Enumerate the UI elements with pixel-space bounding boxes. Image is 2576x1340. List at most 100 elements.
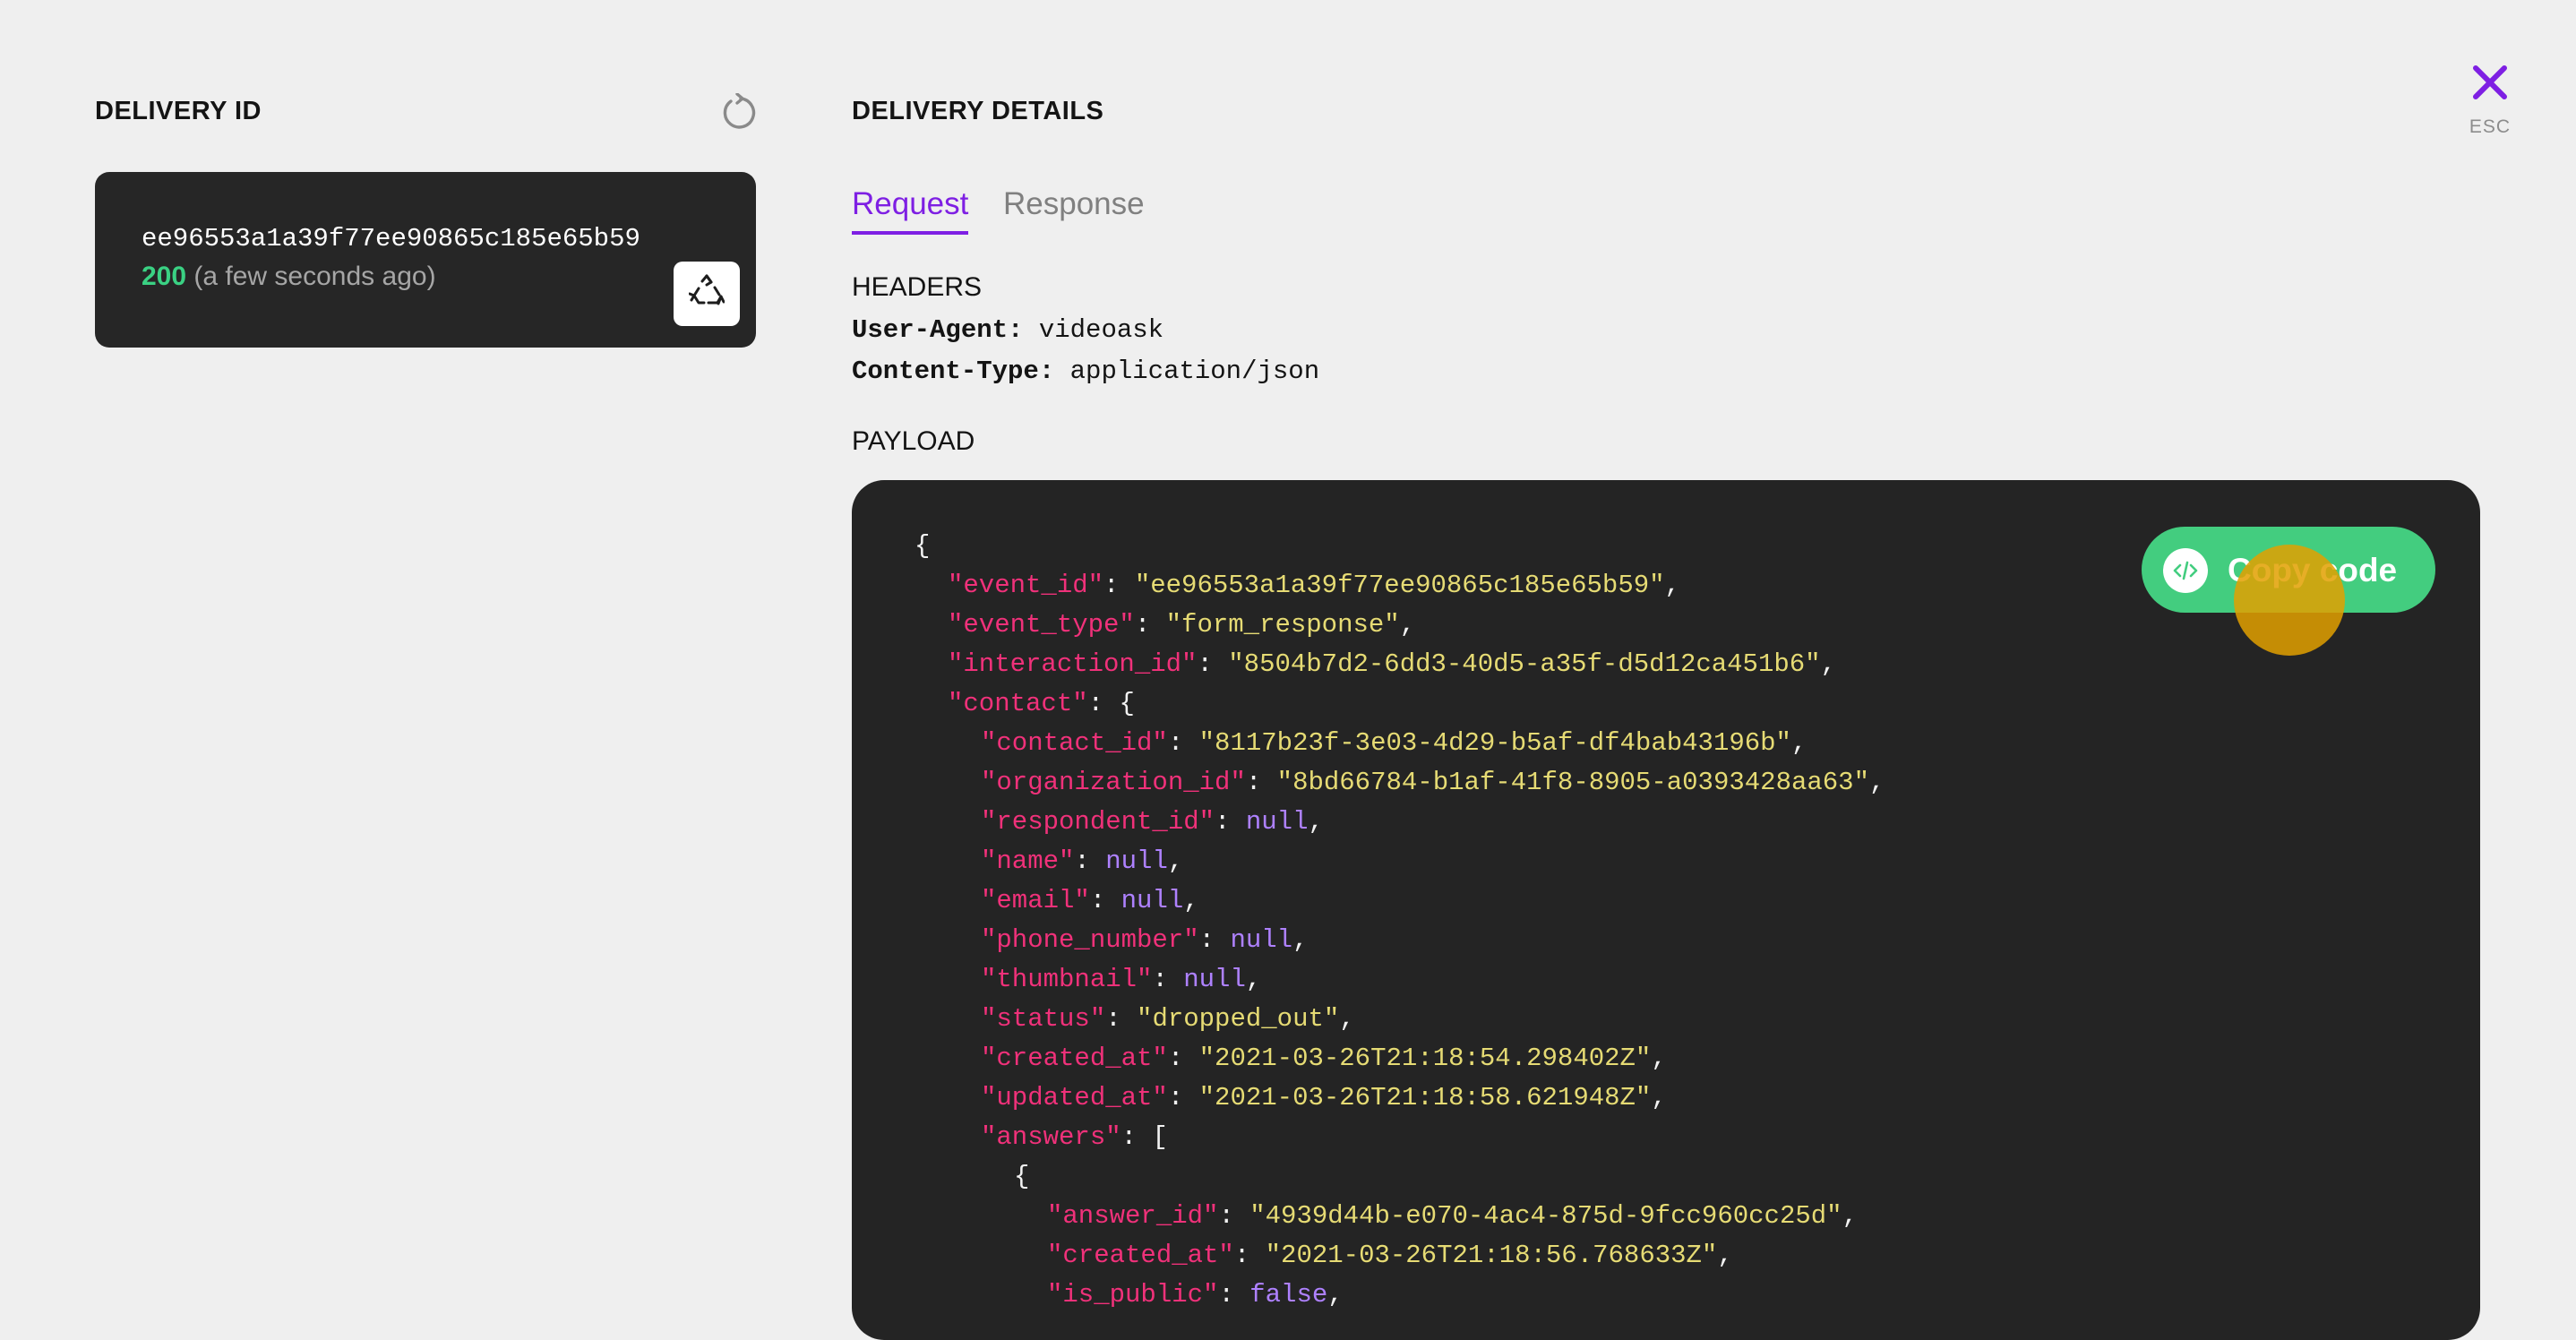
json-punctuation: : xyxy=(1198,925,1231,955)
cursor-indicator xyxy=(2234,545,2345,656)
json-key: "event_type" xyxy=(948,610,1135,640)
code-line: "contact": { xyxy=(948,686,1135,722)
json-punctuation: , xyxy=(1308,807,1324,837)
json-key: "is_public" xyxy=(1047,1280,1219,1310)
json-key: "interaction_id" xyxy=(948,649,1198,679)
json-punctuation: , xyxy=(1842,1201,1858,1231)
header-key: User-Agent: xyxy=(852,315,1024,345)
code-line: "created_at": "2021-03-26T21:18:54.29840… xyxy=(981,1041,1667,1077)
code-line: "interaction_id": "8504b7d2-6dd3-40d5-a3… xyxy=(948,647,1836,683)
json-punctuation: : xyxy=(1218,1201,1250,1231)
json-punctuation: , xyxy=(1327,1280,1344,1310)
header-value: videoask xyxy=(1038,315,1164,345)
json-punctuation: : xyxy=(1103,571,1135,600)
json-punctuation: : xyxy=(1105,1004,1138,1034)
json-punctuation: : xyxy=(1197,649,1229,679)
json-punctuation: : xyxy=(1167,728,1199,758)
json-string: "8117b23f-3e03-4d29-b5af-df4bab43196b" xyxy=(1198,728,1791,758)
status-code: 200 xyxy=(142,262,187,291)
json-punctuation: : { xyxy=(1087,689,1135,718)
json-punctuation: , xyxy=(1790,728,1807,758)
json-key: "event_id" xyxy=(948,571,1104,600)
json-key: "contact" xyxy=(948,689,1088,718)
json-punctuation: : xyxy=(1245,768,1277,797)
json-key: "status" xyxy=(981,1004,1106,1034)
json-literal: null xyxy=(1230,925,1293,955)
header-value: application/json xyxy=(1069,356,1320,386)
code-icon xyxy=(2163,548,2208,593)
code-line: "answers": [ xyxy=(981,1120,1168,1155)
json-punctuation: : xyxy=(1089,886,1121,915)
json-punctuation: , xyxy=(1292,925,1309,955)
code-line: "organization_id": "8bd66784-b1af-41f8-8… xyxy=(981,765,1885,801)
payload-label: PAYLOAD xyxy=(852,426,975,456)
status-time: (a few seconds ago) xyxy=(193,262,436,291)
code-line: { xyxy=(1014,1159,1029,1195)
json-punctuation: , xyxy=(1868,768,1885,797)
code-line: { xyxy=(914,528,930,564)
json-literal: false xyxy=(1249,1280,1328,1310)
code-line: "phone_number": null, xyxy=(981,923,1308,958)
code-line: "event_id": "ee96553a1a39f77ee90865c185e… xyxy=(948,568,1680,604)
json-string: "4939d44b-e070-4ac4-875d-9fcc960cc25d" xyxy=(1249,1201,1842,1231)
redeliver-button[interactable] xyxy=(674,262,740,326)
json-key: "updated_at" xyxy=(981,1083,1168,1112)
json-literal: null xyxy=(1105,846,1168,876)
json-punctuation: { xyxy=(1014,1162,1030,1191)
close-button[interactable]: ESC xyxy=(2460,63,2520,143)
refresh-icon[interactable] xyxy=(720,92,761,134)
json-string: "8504b7d2-6dd3-40d5-a35f-d5d12ca451b6" xyxy=(1228,649,1821,679)
json-key: "name" xyxy=(981,846,1075,876)
code-line: "email": null, xyxy=(981,883,1199,919)
header-content-type: Content-Type: application/json xyxy=(852,356,1319,386)
json-punctuation: , xyxy=(1820,649,1836,679)
json-punctuation: : xyxy=(1215,807,1246,837)
json-key: "thumbnail" xyxy=(981,965,1153,994)
json-punctuation: , xyxy=(1339,1004,1355,1034)
json-punctuation: : xyxy=(1152,965,1184,994)
json-punctuation: , xyxy=(1651,1083,1667,1112)
json-string: "2021-03-26T21:18:58.621948Z" xyxy=(1198,1083,1652,1112)
json-key: "contact_id" xyxy=(981,728,1168,758)
code-line: "created_at": "2021-03-26T21:18:56.76863… xyxy=(1047,1238,1733,1274)
json-punctuation: , xyxy=(1664,571,1680,600)
code-line: "updated_at": "2021-03-26T21:18:58.62194… xyxy=(981,1080,1667,1116)
code-line: "is_public": false, xyxy=(1047,1277,1344,1313)
json-punctuation: : [ xyxy=(1121,1122,1168,1152)
json-punctuation: : xyxy=(1218,1280,1250,1310)
code-line: "respondent_id": null, xyxy=(981,804,1324,840)
json-punctuation: : xyxy=(1167,1083,1199,1112)
json-key: "answers" xyxy=(981,1122,1121,1152)
close-icon xyxy=(2470,65,2510,106)
esc-label: ESC xyxy=(2469,116,2512,137)
json-key: "created_at" xyxy=(1047,1241,1234,1270)
tab-request[interactable]: Request xyxy=(852,186,969,235)
json-key: "organization_id" xyxy=(981,768,1246,797)
json-punctuation: , xyxy=(1167,846,1184,876)
code-line: "answer_id": "4939d44b-e070-4ac4-875d-9f… xyxy=(1047,1198,1858,1234)
delivery-card[interactable]: ee96553a1a39f77ee90865c185e65b59 200 (a … xyxy=(95,172,756,348)
json-key: "answer_id" xyxy=(1047,1201,1219,1231)
json-literal: null xyxy=(1183,965,1246,994)
json-punctuation: { xyxy=(914,531,931,561)
json-key: "email" xyxy=(981,886,1090,915)
json-punctuation: , xyxy=(1399,610,1416,640)
json-key: "respondent_id" xyxy=(981,807,1215,837)
json-key: "created_at" xyxy=(981,1044,1168,1073)
code-line: "event_type": "form_response", xyxy=(948,607,1415,643)
headers-label: HEADERS xyxy=(852,272,983,302)
json-punctuation: , xyxy=(1651,1044,1667,1073)
code-line: "status": "dropped_out", xyxy=(981,1001,1355,1037)
json-punctuation: , xyxy=(1245,965,1262,994)
tab-response[interactable]: Response xyxy=(1003,186,1145,222)
code-line: "contact_id": "8117b23f-3e03-4d29-b5af-d… xyxy=(981,726,1807,761)
json-string: "8bd66784-b1af-41f8-8905-a0393428aa63" xyxy=(1276,768,1869,797)
json-string: "2021-03-26T21:18:56.768633Z" xyxy=(1265,1241,1718,1270)
json-string: "form_response" xyxy=(1165,610,1400,640)
json-punctuation: : xyxy=(1233,1241,1266,1270)
json-string: "ee96553a1a39f77ee90865c185e65b59" xyxy=(1134,571,1665,600)
json-string: "2021-03-26T21:18:54.298402Z" xyxy=(1198,1044,1652,1073)
json-punctuation: : xyxy=(1134,610,1166,640)
json-punctuation: : xyxy=(1167,1044,1199,1073)
json-punctuation: , xyxy=(1717,1241,1733,1270)
